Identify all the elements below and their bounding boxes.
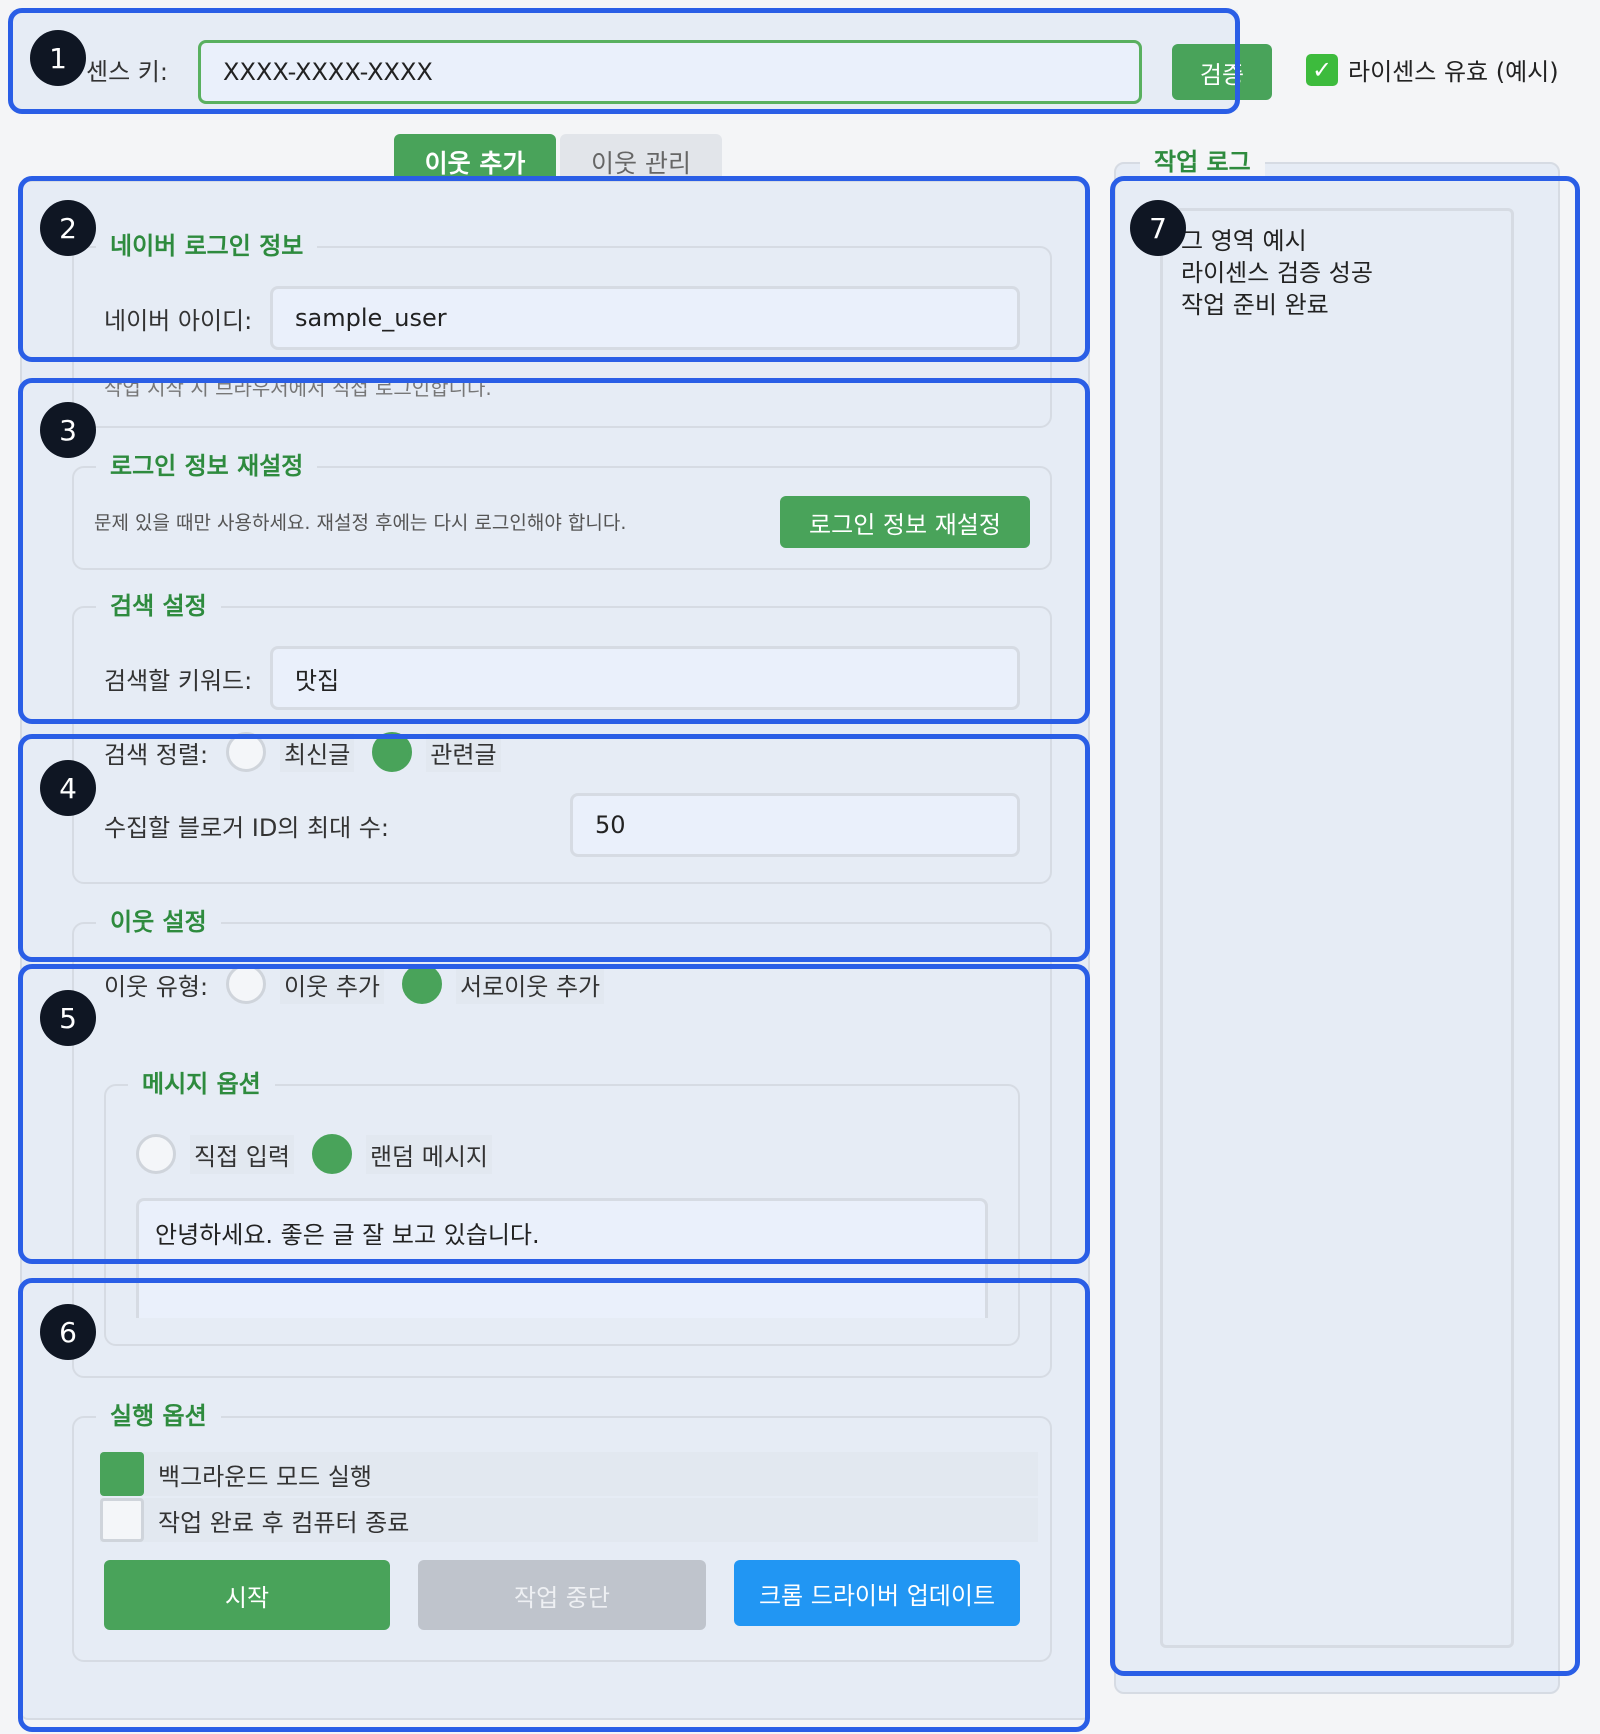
annotation-badge-5: 5	[40, 990, 96, 1046]
background-mode-checkbox[interactable]	[100, 1452, 144, 1496]
annotation-badge-7: 7	[1130, 200, 1186, 256]
log-area[interactable]: 그 영역 예시 라이센스 검증 성공 작업 준비 완료	[1160, 208, 1514, 1648]
background-mode-label: 백그라운드 모드 실행	[158, 1462, 372, 1491]
naver-login-title: 네이버 로그인 정보	[96, 226, 318, 261]
message-title: 메시지 옵션	[128, 1064, 275, 1099]
license-status-text: 라이센스 유효 (예시)	[1348, 58, 1559, 86]
keyword-input[interactable]: 맛집	[270, 646, 1020, 710]
run-title: 실행 옵션	[96, 1396, 221, 1431]
sort-label: 검색 정렬:	[104, 740, 209, 769]
naver-login-note: 작업 시작 시 브라우저에서 직접 로그인합니다.	[104, 376, 492, 400]
message-textarea[interactable]: 안녕하세요. 좋은 글 잘 보고 있습니다.	[136, 1198, 988, 1318]
neighbor-title: 이웃 설정	[96, 902, 221, 937]
stop-button[interactable]: 작업 중단	[418, 1560, 706, 1630]
keyword-label: 검색할 키워드:	[104, 667, 253, 695]
log-title: 작업 로그	[1140, 142, 1265, 177]
neighbor-type-label: 이웃 유형:	[104, 972, 209, 1001]
verify-button[interactable]: 검증	[1172, 44, 1272, 100]
shutdown-checkbox[interactable]	[100, 1498, 144, 1542]
neighbor-type-row: 이웃 유형: 이웃 추가 서로이웃 추가	[104, 964, 605, 1004]
naver-id-label: 네이버 아이디:	[104, 307, 253, 335]
max-id-label: 수집할 블로거 ID의 최대 수:	[104, 814, 389, 842]
annotation-badge-6: 6	[40, 1304, 96, 1360]
message-option-row: 직접 입력 랜덤 메시지	[136, 1134, 492, 1174]
check-icon: ✓	[1306, 53, 1338, 86]
log-line: 그 영역 예시	[1181, 227, 1307, 255]
reset-login-button[interactable]: 로그인 정보 재설정	[780, 496, 1030, 548]
neighbor-option-add[interactable]: 이웃 추가	[226, 964, 384, 1004]
tab-add-neighbor-label: 이웃 추가	[424, 149, 526, 178]
license-input[interactable]: XXXX-XXXX-XXXX	[198, 40, 1142, 104]
annotation-badge-1: 1	[30, 30, 86, 86]
naver-id-input[interactable]: sample_user	[270, 286, 1020, 350]
sort-option-relevant[interactable]: 관련글	[372, 732, 501, 772]
annotation-badge-2: 2	[40, 200, 96, 256]
reset-title: 로그인 정보 재설정	[96, 446, 318, 481]
message-option-direct[interactable]: 직접 입력	[136, 1134, 294, 1174]
log-line: 라이센스 검증 성공	[1181, 259, 1373, 287]
annotation-badge-4: 4	[40, 760, 96, 816]
start-button[interactable]: 시작	[104, 1560, 390, 1630]
update-driver-button[interactable]: 크롬 드라이버 업데이트	[734, 1560, 1020, 1626]
log-line: 작업 준비 완료	[1181, 291, 1329, 319]
sort-row: 검색 정렬: 최신글 관련글	[104, 732, 501, 772]
reset-description: 문제 있을 때만 사용하세요. 재설정 후에는 다시 로그인해야 합니다.	[94, 512, 627, 534]
message-option-random[interactable]: 랜덤 메시지	[311, 1134, 492, 1174]
neighbor-option-mutual[interactable]: 서로이웃 추가	[402, 964, 605, 1004]
search-title: 검색 설정	[96, 586, 221, 621]
tab-manage-neighbor-label: 이웃 관리	[591, 149, 691, 178]
sort-option-latest[interactable]: 최신글	[226, 732, 355, 772]
max-id-input[interactable]: 50	[570, 793, 1020, 857]
shutdown-row[interactable]: 작업 완료 후 컴퓨터 종료	[100, 1498, 1038, 1542]
message-text: 안녕하세요. 좋은 글 잘 보고 있습니다.	[155, 1221, 540, 1249]
annotation-badge-3: 3	[40, 402, 96, 458]
license-status: ✓ 라이센스 유효 (예시)	[1306, 52, 1559, 87]
background-mode-row[interactable]: 백그라운드 모드 실행	[100, 1452, 1038, 1496]
license-label: 센스 키:	[86, 58, 168, 86]
shutdown-label: 작업 완료 후 컴퓨터 종료	[158, 1508, 410, 1537]
